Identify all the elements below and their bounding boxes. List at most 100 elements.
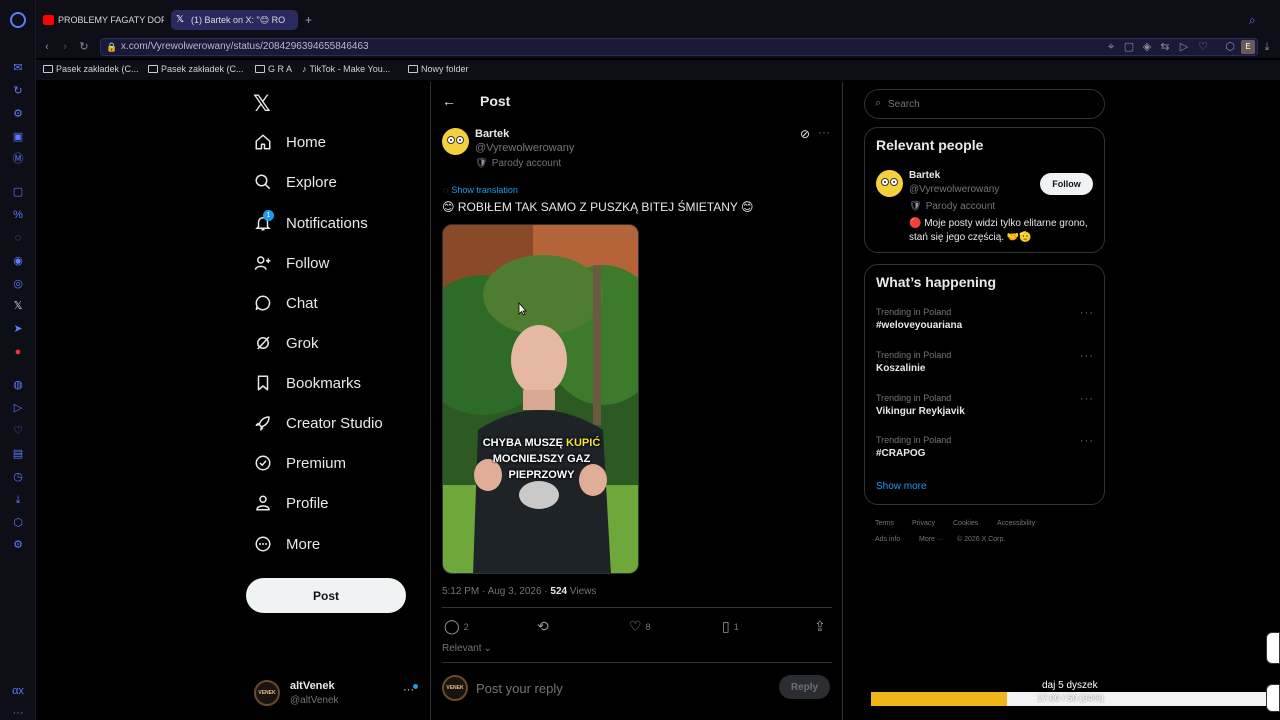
bookmark-action[interactable]: ▯ 1 <box>722 618 739 635</box>
x-logo-icon[interactable]: 𝕏 <box>253 91 271 117</box>
tab-search-icon[interactable]: ⌕ <box>1249 13 1256 28</box>
nav-chat[interactable]: Chat <box>253 289 318 317</box>
follow-button[interactable]: Follow <box>1040 173 1093 195</box>
person-avatar[interactable] <box>876 170 903 197</box>
tab-x[interactable]: 𝕏 (1) Bartek on X: "😊 RO <box>171 10 298 30</box>
shield-icon[interactable]: ◈ <box>1140 40 1154 54</box>
bookmark-folder[interactable]: G R A <box>255 64 292 74</box>
history-icon[interactable]: ◷ <box>11 470 25 484</box>
browser-logo-icon[interactable] <box>10 12 26 28</box>
grok-icon[interactable]: ⊘ <box>800 127 810 141</box>
back-arrow-icon[interactable]: ← <box>442 93 456 109</box>
trend-more-icon[interactable]: ··· <box>1080 435 1094 447</box>
floating-widget[interactable] <box>1266 684 1280 712</box>
footer-more-link[interactable]: More ··· <box>919 536 944 543</box>
tab-youtube[interactable]: PROBLEMY FAGATY DOPIE <box>38 10 164 30</box>
player-icon[interactable]: ▷ <box>1177 40 1191 54</box>
nav-bookmarks[interactable]: Bookmarks <box>253 369 361 397</box>
nav-notifications[interactable]: 1 Notifications <box>253 209 368 237</box>
extensions-icon[interactable]: ⬡ <box>1223 40 1237 54</box>
download-icon[interactable]: ⤓ <box>11 493 25 507</box>
author-name[interactable]: Bartek <box>475 128 509 140</box>
person-handle[interactable]: @Vyrewolwerowany <box>909 184 999 195</box>
footer-privacy-link[interactable]: Privacy <box>912 520 935 527</box>
footer-ads-link[interactable]: Ads info <box>875 536 900 543</box>
download-icon[interactable]: ⤓ <box>1260 40 1274 54</box>
trend-more-icon[interactable]: ··· <box>1080 307 1094 319</box>
play-icon[interactable]: ▷ <box>11 401 25 415</box>
messenger-icon[interactable]: ◌ <box>11 231 25 245</box>
show-more-link[interactable]: Show more <box>876 481 927 492</box>
show-translation-link[interactable]: ◌ Show translation <box>443 185 518 195</box>
translate-icon[interactable]: ⇆ <box>1158 40 1172 54</box>
wallet-icon[interactable]: ▤ <box>11 447 25 461</box>
m-app-icon[interactable]: Ⓜ <box>11 152 25 166</box>
like-action[interactable]: ♡ 8 <box>629 618 651 635</box>
author-handle[interactable]: @Vyrewolwerowany <box>475 142 574 154</box>
search-box[interactable]: ⌕ <box>864 89 1105 119</box>
footer-cookies-link[interactable]: Cookies <box>953 520 978 527</box>
instagram-icon[interactable]: ◎ <box>11 277 25 291</box>
nav-home[interactable]: Home <box>253 128 326 156</box>
bookmark-folder[interactable]: Pasek zakładek (C... <box>148 64 244 74</box>
footer-accessibility-link[interactable]: Accessibility <box>997 520 1035 527</box>
extensions-icon[interactable]: ⬡ <box>11 516 25 530</box>
settings-icon[interactable]: ⚙ <box>11 538 25 552</box>
red-app-icon[interactable]: ● <box>11 345 25 359</box>
footer-terms-link[interactable]: Terms <box>875 520 894 527</box>
discord-icon[interactable]: ◉ <box>11 254 25 268</box>
footer-copyright: © 2026 X Corp. <box>957 536 1006 543</box>
url-bar[interactable]: 🔒 x.com/Vyrewolwerowany/status/208429639… <box>100 38 1258 56</box>
bot-icon[interactable]: ⚙ <box>11 107 25 121</box>
bookmark-folder[interactable]: Pasek zakładek (C... <box>43 64 139 74</box>
nav-follow[interactable]: Follow <box>253 249 329 277</box>
post-video[interactable]: CHYBA MUSZĘ KUPIĆ MOCNIEJSZY GAZ PIEPRZO… <box>442 224 639 574</box>
reply-input[interactable] <box>476 678 766 698</box>
avatar-eye <box>447 136 455 144</box>
translate-icon: ◌ <box>443 185 449 195</box>
reply-count: 2 <box>463 621 469 632</box>
new-tab-button[interactable]: + <box>305 13 312 27</box>
nav-premium[interactable]: Premium <box>253 449 346 477</box>
ai-icon[interactable]: αx <box>11 684 25 698</box>
floating-widget[interactable] <box>1266 632 1280 664</box>
repost-action[interactable]: ⟲ <box>537 618 553 635</box>
nav-creator-studio[interactable]: Creator Studio <box>253 409 383 437</box>
heart-icon[interactable]: ♡ <box>11 424 25 438</box>
snapshot-icon[interactable]: ▢ <box>1122 40 1136 54</box>
account-switcher[interactable]: VENEK <box>254 680 280 706</box>
x-app-icon[interactable]: 𝕏 <box>11 299 25 313</box>
search-input[interactable] <box>888 96 1088 112</box>
percent-icon[interactable]: % <box>11 208 25 222</box>
nav-profile[interactable]: Profile <box>253 489 329 517</box>
nav-grok[interactable]: Grok <box>253 329 319 357</box>
bookmark-label: Pasek zakładek (C... <box>56 64 139 74</box>
mail-icon[interactable]: ✉ <box>11 61 25 75</box>
trend-more-icon[interactable]: ··· <box>1080 393 1094 405</box>
profile-icon[interactable]: E <box>1241 40 1255 54</box>
more-rail-icon[interactable]: ··· <box>11 706 25 720</box>
bookmark-folder[interactable]: Nowy folder <box>408 64 469 74</box>
post-button[interactable]: Post <box>246 578 406 613</box>
refresh-app-icon[interactable]: ↻ <box>11 84 25 98</box>
reply-action[interactable]: ◯ 2 <box>444 618 469 635</box>
spotify-icon[interactable]: ◍ <box>11 378 25 392</box>
telegram-icon[interactable]: ➤ <box>11 322 25 336</box>
person-name[interactable]: Bartek <box>909 170 940 181</box>
back-button[interactable]: ‹ <box>40 40 54 54</box>
twitch-icon[interactable]: ▢ <box>11 185 25 199</box>
forward-button[interactable]: › <box>58 40 72 54</box>
bookmark-tiktok[interactable]: ♪ TikTok - Make You... <box>302 64 390 74</box>
more-options-icon[interactable]: ··· <box>818 125 830 139</box>
nav-more[interactable]: More <box>253 530 320 558</box>
favorite-icon[interactable]: ♡ <box>1196 40 1210 54</box>
image-icon[interactable]: ▣ <box>11 130 25 144</box>
reload-button[interactable]: ↻ <box>77 40 91 54</box>
author-avatar[interactable] <box>442 128 469 155</box>
sort-dropdown[interactable]: Relevant ⌄ <box>442 643 492 654</box>
pin-icon[interactable]: ⌖ <box>1104 40 1118 54</box>
nav-explore[interactable]: Explore <box>253 168 337 196</box>
trend-more-icon[interactable]: ··· <box>1080 350 1094 362</box>
share-action[interactable]: ⇪ <box>814 618 830 635</box>
reply-button[interactable]: Reply <box>779 675 830 699</box>
